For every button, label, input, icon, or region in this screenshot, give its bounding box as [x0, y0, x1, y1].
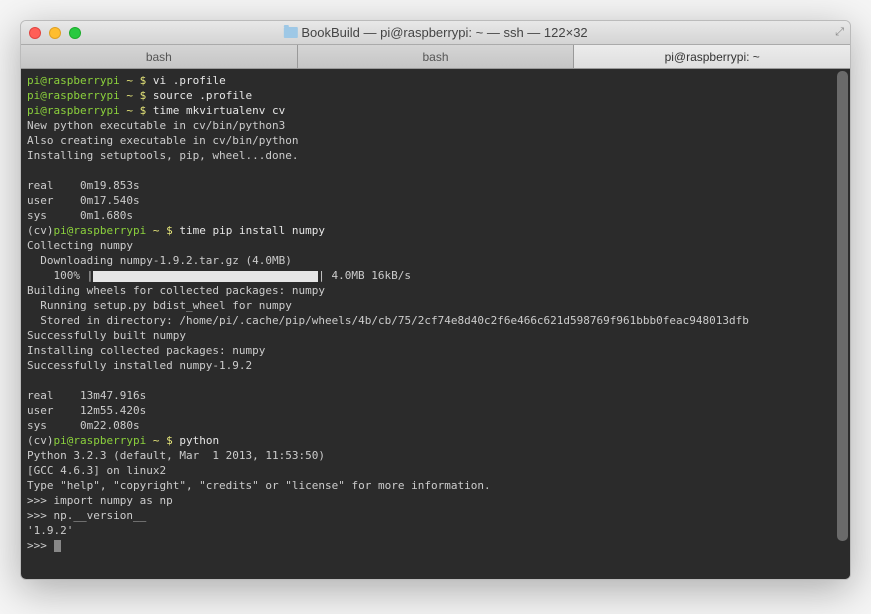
- prompt-user: pi@raspberrypi: [27, 89, 120, 102]
- output-line: Stored in directory: /home/pi/.cache/pip…: [27, 313, 844, 328]
- venv-prefix: (cv): [27, 434, 54, 447]
- tab-bash-1[interactable]: bash: [21, 45, 298, 68]
- output-line: Downloading numpy-1.9.2.tar.gz (4.0MB): [27, 253, 844, 268]
- time-sys: sys 0m1.680s: [27, 208, 844, 223]
- minimize-icon[interactable]: [49, 27, 61, 39]
- python-input: >>> import numpy as np: [27, 493, 844, 508]
- terminal-content[interactable]: pi@raspberrypi ~ $ vi .profile pi@raspbe…: [21, 69, 850, 579]
- prompt-path: ~ $: [120, 89, 153, 102]
- close-icon[interactable]: [29, 27, 41, 39]
- scrollbar[interactable]: [835, 69, 850, 579]
- title-text: BookBuild — pi@raspberrypi: ~ — ssh — 12…: [301, 25, 587, 40]
- progress-pct: 100% |: [27, 269, 93, 282]
- output-line: Successfully built numpy: [27, 328, 844, 343]
- output-line: Installing collected packages: numpy: [27, 343, 844, 358]
- python-banner: [GCC 4.6.3] on linux2: [27, 463, 844, 478]
- cmd-vi: vi .profile: [153, 74, 226, 87]
- tab-pi-raspberry[interactable]: pi@raspberrypi: ~: [574, 45, 850, 68]
- prompt-path: ~ $: [120, 74, 153, 87]
- folder-icon: [283, 27, 297, 38]
- window-title: BookBuild — pi@raspberrypi: ~ — ssh — 12…: [283, 25, 587, 40]
- output-line: Successfully installed numpy-1.9.2: [27, 358, 844, 373]
- tab-bash-2[interactable]: bash: [298, 45, 575, 68]
- time-sys: sys 0m22.080s: [27, 418, 844, 433]
- progress-stats: | 4.0MB 16kB/s: [318, 269, 411, 282]
- tab-label: bash: [422, 50, 448, 64]
- python-banner: Type "help", "copyright", "credits" or "…: [27, 478, 844, 493]
- python-banner: Python 3.2.3 (default, Mar 1 2013, 11:53…: [27, 448, 844, 463]
- traffic-lights: [29, 27, 81, 39]
- tab-label: bash: [146, 50, 172, 64]
- tab-bar: bash bash pi@raspberrypi: ~: [21, 45, 850, 69]
- prompt-path: ~ $: [146, 224, 179, 237]
- expand-icon[interactable]: ⤢: [835, 26, 844, 39]
- prompt-path: ~ $: [146, 434, 179, 447]
- cursor-icon: [54, 540, 61, 552]
- scrollbar-thumb[interactable]: [837, 71, 848, 541]
- python-output: '1.9.2': [27, 523, 844, 538]
- zoom-icon[interactable]: [69, 27, 81, 39]
- cmd-mkvirtualenv: time mkvirtualenv cv: [153, 104, 285, 117]
- time-user: user 0m17.540s: [27, 193, 844, 208]
- cmd-python: python: [179, 434, 219, 447]
- output-line: New python executable in cv/bin/python3: [27, 118, 844, 133]
- python-prompt: >>>: [27, 539, 54, 552]
- cmd-source: source .profile: [153, 89, 252, 102]
- cmd-pip-install: time pip install numpy: [179, 224, 325, 237]
- prompt-path: ~ $: [120, 104, 153, 117]
- progress-bar-icon: [93, 271, 318, 282]
- time-user: user 12m55.420s: [27, 403, 844, 418]
- output-line: Building wheels for collected packages: …: [27, 283, 844, 298]
- output-line: Also creating executable in cv/bin/pytho…: [27, 133, 844, 148]
- output-line: Installing setuptools, pip, wheel...done…: [27, 148, 844, 163]
- prompt-user: pi@raspberrypi: [54, 434, 147, 447]
- time-real: real 13m47.916s: [27, 388, 844, 403]
- titlebar[interactable]: BookBuild — pi@raspberrypi: ~ — ssh — 12…: [21, 21, 850, 45]
- tab-label: pi@raspberrypi: ~: [665, 50, 760, 64]
- prompt-user: pi@raspberrypi: [27, 104, 120, 117]
- prompt-user: pi@raspberrypi: [27, 74, 120, 87]
- venv-prefix: (cv): [27, 224, 54, 237]
- output-line: Collecting numpy: [27, 238, 844, 253]
- time-real: real 0m19.853s: [27, 178, 844, 193]
- output-line: Running setup.py bdist_wheel for numpy: [27, 298, 844, 313]
- terminal-window: BookBuild — pi@raspberrypi: ~ — ssh — 12…: [20, 20, 851, 580]
- python-input: >>> np.__version__: [27, 508, 844, 523]
- prompt-user: pi@raspberrypi: [54, 224, 147, 237]
